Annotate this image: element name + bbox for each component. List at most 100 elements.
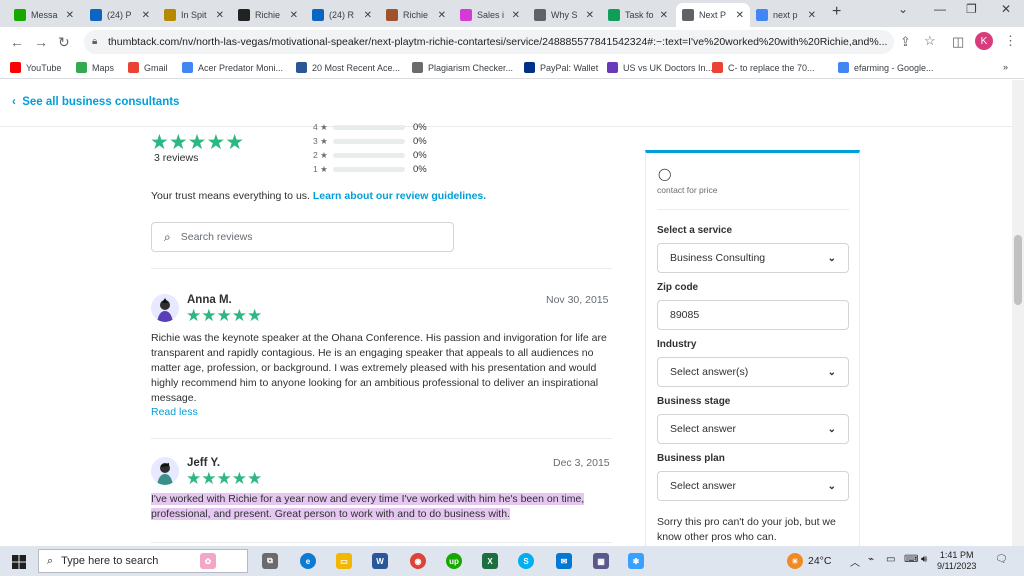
review-guidelines-link[interactable]: Learn about our review guidelines.	[313, 190, 486, 202]
excel-icon[interactable]: X	[482, 553, 498, 569]
chrome-icon[interactable]: ◉	[410, 553, 426, 569]
file-explorer-icon[interactable]: ▭	[336, 553, 352, 569]
review-text: I've worked with Richie for a year now a…	[151, 493, 585, 520]
rating-percent: 0%	[413, 121, 427, 133]
more-bookmarks-icon[interactable]: »	[1003, 62, 1008, 72]
clock[interactable]: 1:41 PM 9/11/2023	[937, 550, 976, 572]
tab[interactable]: Messa ✕	[8, 3, 80, 27]
back-link[interactable]: ‹ See all business consultants	[12, 96, 179, 108]
bookmark-item[interactable]: YouTube	[10, 62, 61, 73]
close-tab-icon[interactable]: ✕	[512, 10, 520, 21]
business-stage-select[interactable]: Select answer ⌄	[657, 414, 849, 444]
close-tab-icon[interactable]: ✕	[364, 10, 372, 21]
address-bar[interactable]: thumbtack.com/nv/north-las-vegas/motivat…	[84, 30, 894, 54]
skype-icon[interactable]: S	[518, 553, 534, 569]
upwork-icon[interactable]: up	[446, 553, 462, 569]
profile-avatar[interactable]: K	[975, 32, 993, 50]
tab-title: Richie	[403, 10, 429, 20]
windows-start-icon[interactable]	[12, 555, 26, 574]
linkedin-icon	[312, 9, 324, 21]
industry-select[interactable]: Select answer(s) ⌄	[657, 357, 849, 387]
tab[interactable]: Richie ✕	[380, 3, 452, 27]
rating-percent: 0%	[413, 135, 427, 147]
youtube-icon	[10, 62, 21, 73]
tab[interactable]: Richie ✕	[232, 3, 304, 27]
scrollbar-track[interactable]	[1012, 80, 1024, 546]
lock-icon[interactable]: 🔒︎	[92, 36, 97, 47]
chevron-up-icon[interactable]: ︿	[850, 554, 860, 569]
close-tab-icon[interactable]: ✕	[216, 10, 224, 21]
tab[interactable]: Why S ✕	[528, 3, 600, 27]
review-stars: ★★★★★	[186, 469, 263, 488]
word-icon[interactable]: W	[372, 553, 388, 569]
bookmark-item[interactable]: Plagiarism Checker...	[412, 62, 513, 73]
bookmark-item[interactable]: Acer Predator Moni...	[182, 62, 283, 73]
rating-bar	[333, 124, 405, 130]
tab[interactable]: Sales i ✕	[454, 3, 526, 27]
new-tab-button[interactable]: +	[832, 3, 841, 21]
close-tab-icon[interactable]: ✕	[808, 10, 816, 21]
battery-icon[interactable]: ▭	[886, 554, 895, 565]
bookmark-star-icon[interactable]: ☆	[924, 33, 936, 49]
close-tab-icon[interactable]: ✕	[290, 10, 298, 21]
url-text: thumbtack.com/nv/north-las-vegas/motivat…	[108, 36, 888, 48]
minimize-button[interactable]: —	[934, 2, 946, 16]
tab[interactable]: In Spit ✕	[158, 3, 230, 27]
volume-icon[interactable]: 🔊︎	[921, 554, 927, 565]
tab[interactable]: (24) P ✕	[84, 3, 156, 27]
network-icon[interactable]: ⌁	[868, 554, 874, 565]
back-arrow-icon[interactable]: ←	[10, 34, 24, 50]
tab[interactable]: next p ✕	[750, 3, 822, 27]
rating-label: 3 ★	[313, 135, 328, 146]
bookmark-item[interactable]: C- to replace the 70...	[712, 62, 815, 73]
bookmark-item[interactable]: Gmail	[128, 62, 168, 73]
calendar-icon[interactable]: ▦	[593, 553, 609, 569]
request-panel: ◯ contact for price Select a service Bus…	[645, 150, 860, 546]
task-view-icon[interactable]: ⧉	[262, 553, 278, 569]
service-select[interactable]: Business Consulting ⌄	[657, 243, 849, 273]
weather-icon[interactable]: ☀	[787, 553, 803, 569]
rating-label: 1 ★	[313, 163, 328, 174]
bookmark-item[interactable]: Maps	[76, 62, 114, 73]
zip-code-input[interactable]: 89085	[657, 300, 849, 330]
snowflake-icon[interactable]: ✱	[628, 553, 644, 569]
bookmark-item[interactable]: efarming - Google...	[838, 62, 934, 73]
share-icon[interactable]: ⇪	[900, 34, 911, 50]
restore-button[interactable]: ❐	[966, 2, 977, 16]
mail-icon[interactable]: ✉	[556, 553, 572, 569]
business-plan-select[interactable]: Select answer ⌄	[657, 471, 849, 501]
close-tab-icon[interactable]: ✕	[142, 10, 150, 21]
close-tab-icon[interactable]: ✕	[438, 10, 446, 21]
edge-icon[interactable]: e	[300, 553, 316, 569]
taskbar-search-input[interactable]: ⌕ Type here to search	[38, 549, 248, 573]
forward-arrow-icon[interactable]: →	[34, 34, 48, 50]
menu-icon[interactable]: ⋮	[1004, 33, 1017, 49]
business-stage-label: Business stage	[657, 396, 731, 407]
reload-icon[interactable]: ↻	[58, 34, 70, 51]
close-tab-icon[interactable]: ✕	[66, 10, 74, 21]
tab-search-icon[interactable]: ⌄	[898, 2, 908, 16]
sidebar-icon[interactable]: ◫	[952, 34, 964, 50]
unavailable-message: Sorry this pro can't do your job, but we…	[657, 516, 836, 543]
divider	[151, 268, 612, 269]
read-less-link[interactable]: Read less	[151, 406, 198, 418]
chevrons-icon	[460, 9, 472, 21]
taskbar: ⌕ Type here to search ✿ ⧉ e ▭ W ◉ up X S …	[0, 546, 1024, 576]
close-window-button[interactable]: ✕	[1001, 2, 1011, 16]
notifications-icon[interactable]: 🗨︎	[995, 554, 1008, 565]
tab[interactable]: Task fo ✕	[602, 3, 674, 27]
bookmark-item[interactable]: 20 Most Recent Ace...	[296, 62, 400, 73]
close-tab-icon[interactable]: ✕	[660, 10, 668, 21]
rating-percent: 0%	[413, 149, 427, 161]
scrollbar-thumb[interactable]	[1014, 235, 1022, 305]
sst-icon	[412, 62, 423, 73]
tab[interactable]: (24) R ✕	[306, 3, 378, 27]
tab-title: Next P	[699, 10, 727, 20]
close-tab-icon[interactable]: ✕	[736, 10, 744, 21]
bookmark-item[interactable]: PayPal: Wallet	[524, 62, 598, 73]
keyboard-icon[interactable]: ⌨	[904, 554, 918, 565]
bookmark-item[interactable]: US vs UK Doctors In...	[607, 62, 713, 73]
tab[interactable]: Next P ✕	[676, 3, 750, 27]
close-tab-icon[interactable]: ✕	[586, 10, 594, 21]
search-reviews-input[interactable]: ⌕ Search reviews	[151, 222, 454, 252]
